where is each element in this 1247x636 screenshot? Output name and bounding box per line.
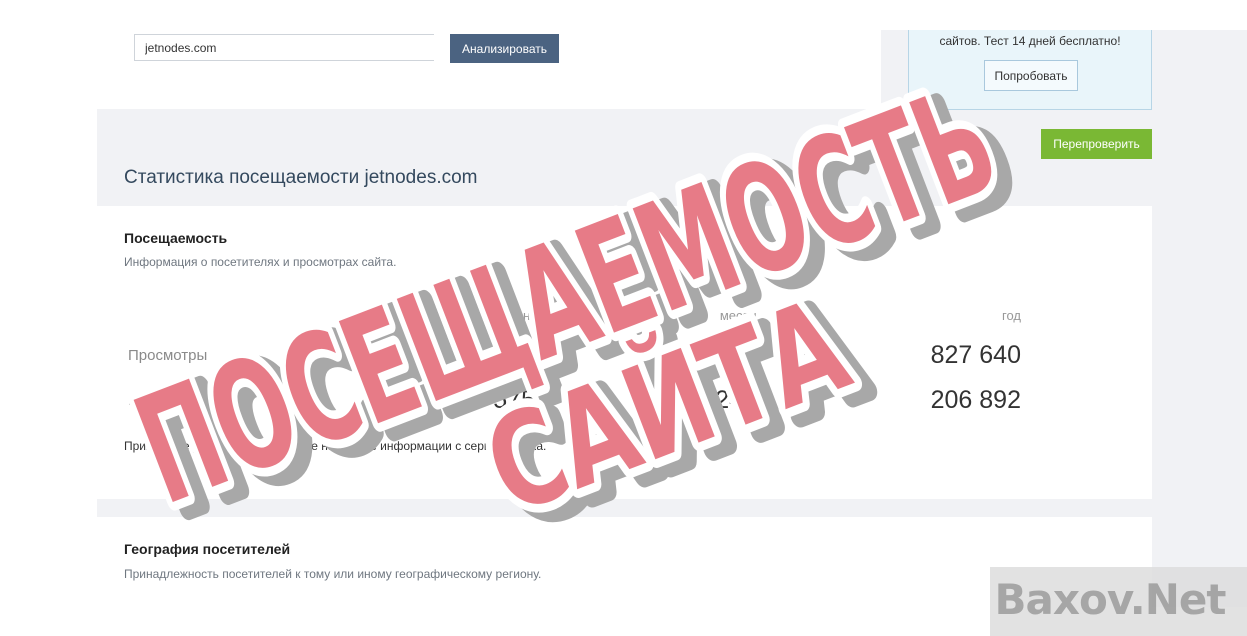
- try-button[interactable]: Попробовать: [984, 60, 1078, 91]
- recheck-button[interactable]: Перепроверить: [1041, 129, 1152, 159]
- traffic-heading: Посещаемость: [124, 230, 228, 246]
- row-label-views: Просмотры: [128, 347, 208, 364]
- visitors-day-value: 575: [493, 386, 535, 414]
- promo-text: сайтов. Тест 14 дней бесплатно!: [939, 34, 1121, 48]
- column-header-month: месяц: [719, 308, 757, 323]
- analyze-button[interactable]: Анализировать: [450, 34, 559, 63]
- watermark-text: Baxov.Net: [994, 575, 1227, 624]
- visitors-month-value: 17 241: [680, 386, 757, 414]
- row-label-visitors: Посетители: [128, 392, 210, 409]
- views-day-value: 2 299: [472, 341, 535, 369]
- domain-search-input[interactable]: [134, 34, 434, 61]
- views-year-value: 827 640: [930, 341, 1021, 369]
- traffic-card: Посещаемость Информация о посетителях и …: [97, 206, 1152, 499]
- column-header-year: год: [1002, 308, 1021, 323]
- visitors-year-value: 206 892: [930, 386, 1021, 414]
- top-strip: [0, 0, 1247, 30]
- views-month-value: 68 970: [680, 341, 757, 369]
- geography-heading: География посетителей: [124, 541, 291, 557]
- promo-box: сайтов. Тест 14 дней бесплатно! Попробов…: [908, 30, 1152, 110]
- search-card: Анализировать: [97, 30, 881, 109]
- geography-subtitle: Принадлежность посетителей к тому или ин…: [124, 567, 542, 581]
- traffic-subtitle: Информация о посетителях и просмотрах са…: [124, 255, 397, 269]
- watermark: Baxov.Net: [990, 567, 1247, 636]
- left-strip: [0, 30, 97, 636]
- alexa-footnote: Примерные данные, вычисленные на основе …: [124, 439, 547, 453]
- column-header-day: За день: [489, 308, 537, 323]
- page-title: Статистика посещаемости jetnodes.com: [124, 167, 478, 188]
